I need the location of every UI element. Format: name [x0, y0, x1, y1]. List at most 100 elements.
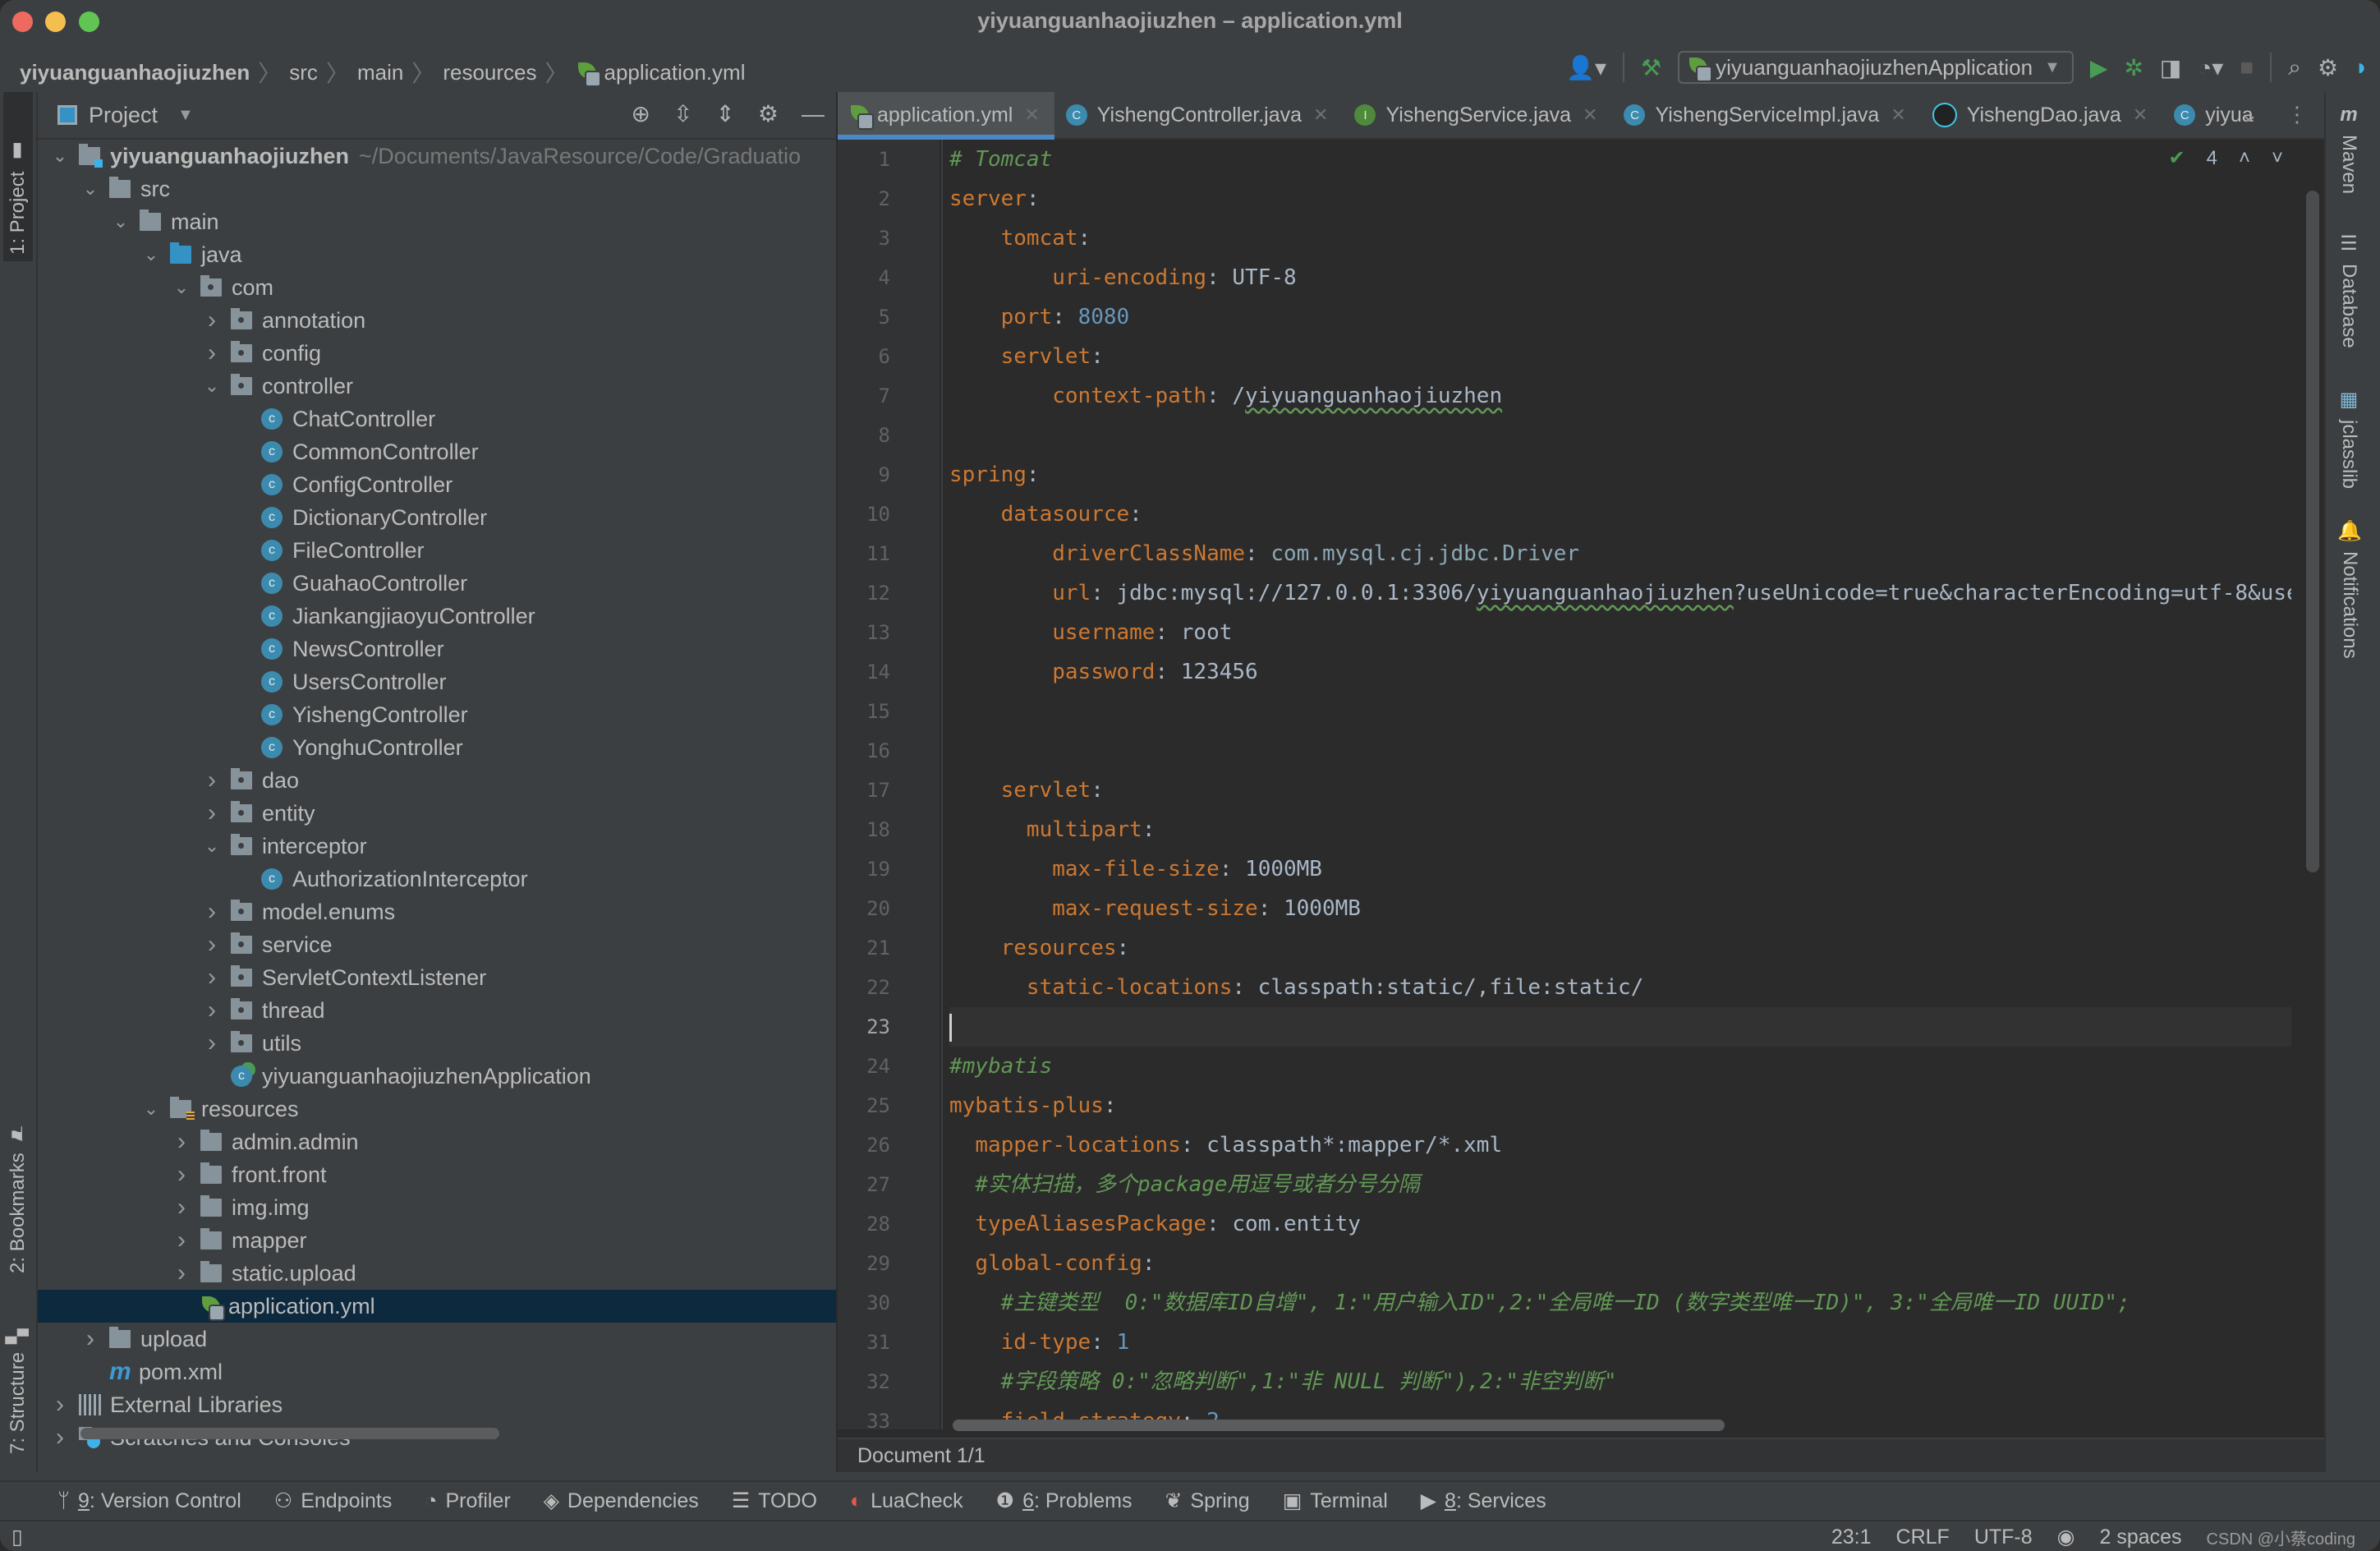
tree-item[interactable]: m pom.xml: [38, 1355, 836, 1388]
tree-item[interactable]: c ConfigController: [38, 468, 836, 501]
breadcrumb-item-project[interactable]: yiyuanguanhaojiuzhen: [20, 60, 250, 85]
code-line[interactable]: servlet:: [949, 771, 2291, 810]
close-tab-icon[interactable]: ✕: [1583, 104, 1597, 126]
tree-item[interactable]: c ChatController: [38, 403, 836, 435]
tree-item[interactable]: › annotation: [38, 304, 836, 337]
chevron-down-icon[interactable]: ⌄: [140, 1098, 162, 1120]
tool-window-button[interactable]: ▶ 8: Services: [1421, 1489, 1546, 1513]
code-line[interactable]: [949, 731, 2291, 771]
chevron-down-icon[interactable]: ⌄: [201, 835, 223, 857]
project-view-selector[interactable]: Project: [89, 103, 158, 128]
chevron-right-icon[interactable]: ›: [171, 1194, 192, 1222]
tree-item[interactable]: ⌄ com: [38, 271, 836, 304]
toggle-tool-windows-icon[interactable]: ▯: [11, 1525, 23, 1549]
stop-icon[interactable]: ■: [2240, 54, 2254, 81]
editor-tab[interactable]: YishengDao.java ✕: [1921, 92, 2163, 138]
code-line[interactable]: max-request-size: 1000MB: [949, 889, 2291, 928]
editor-tab[interactable]: C YishengController.java ✕: [1054, 92, 1344, 138]
close-tab-icon[interactable]: ✕: [1313, 104, 1328, 126]
code-line[interactable]: #mybatis: [949, 1047, 2291, 1086]
breadcrumb-item-src[interactable]: src: [289, 60, 318, 85]
tree-item[interactable]: › thread: [38, 994, 836, 1027]
breadcrumb-item-file[interactable]: application.yml: [604, 60, 746, 85]
tree-item[interactable]: c AuthorizationInterceptor: [38, 863, 836, 895]
tool-window-button[interactable]: ◐ LuaCheck: [850, 1489, 963, 1513]
tool-window-button[interactable]: ▣ Terminal: [1283, 1489, 1388, 1513]
tree-item[interactable]: c GuahaoController: [38, 567, 836, 600]
code-line[interactable]: tomcat:: [949, 219, 2291, 258]
read-only-eye-icon[interactable]: ◉: [2057, 1525, 2075, 1549]
chevron-right-icon[interactable]: ›: [201, 931, 223, 959]
expand-all-icon[interactable]: ⇳: [673, 100, 692, 127]
tool-window-button[interactable]: ☰ TODO: [732, 1489, 817, 1513]
tab-list-chevron-icon[interactable]: ⌄: [2240, 102, 2258, 127]
tree-item[interactable]: ⌄ java: [38, 238, 836, 271]
tree-item[interactable]: ⌄ controller: [38, 370, 836, 403]
tool-window-button[interactable]: ❦ Spring: [1165, 1489, 1249, 1513]
locate-file-icon[interactable]: ⊕: [631, 100, 650, 127]
chevron-right-icon[interactable]: ›: [49, 1391, 71, 1419]
chevron-right-icon[interactable]: ›: [201, 766, 223, 794]
code-line[interactable]: url: jdbc:mysql://127.0.0.1:3306/yiyuang…: [949, 573, 2291, 613]
tree-item[interactable]: › dao: [38, 764, 836, 797]
close-tab-icon[interactable]: ✕: [1891, 104, 1905, 126]
tree-item[interactable]: c YonghuController: [38, 731, 836, 764]
document-status[interactable]: Document 1/1: [857, 1444, 986, 1468]
tree-item[interactable]: › static.upload: [38, 1257, 836, 1290]
tree-item[interactable]: c NewsController: [38, 633, 836, 665]
tree-item[interactable]: › ServletContextListener: [38, 961, 836, 994]
code-line[interactable]: context-path: /yiyuanguanhaojiuzhen: [949, 376, 2291, 416]
close-tab-icon[interactable]: ✕: [2133, 104, 2148, 126]
inspection-widget[interactable]: ✔ 4 ˄ ˅: [2169, 146, 2284, 170]
tool-tab-jclasslib[interactable]: ▦ jclasslib: [2337, 388, 2360, 489]
code-line[interactable]: servlet:: [949, 337, 2291, 376]
editor-vertical-scrollbar[interactable]: [2306, 191, 2319, 872]
indent-setting[interactable]: 2 spaces: [2099, 1526, 2181, 1549]
code-line[interactable]: typeAliasesPackage: com.entity: [949, 1204, 2291, 1244]
debug-bug-icon[interactable]: ✲: [2124, 54, 2143, 81]
tool-tab-bookmarks[interactable]: 2: Bookmarks ⚑: [3, 1086, 33, 1280]
chevron-down-icon[interactable]: ⌄: [80, 178, 101, 200]
tool-tab-project[interactable]: 1: Project ▮: [3, 92, 33, 261]
tree-item[interactable]: c YishengController: [38, 698, 836, 731]
close-tab-icon[interactable]: ✕: [1024, 104, 1039, 126]
code-line[interactable]: resources:: [949, 928, 2291, 968]
tree-item[interactable]: c UsersController: [38, 665, 836, 698]
breadcrumb-item-main[interactable]: main: [357, 60, 403, 85]
tree-item[interactable]: application.yml: [38, 1290, 836, 1323]
chevron-right-icon[interactable]: ›: [80, 1325, 101, 1353]
code-line[interactable]: #主键类型 0:"数据库ID自增", 1:"用户输入ID",2:"全局唯一ID …: [949, 1283, 2291, 1323]
tree-item[interactable]: ⌄ interceptor: [38, 830, 836, 863]
chevron-right-icon[interactable]: ›: [171, 1227, 192, 1254]
tree-item[interactable]: › model.enums: [38, 895, 836, 928]
settings-gear-icon[interactable]: ⚙: [2318, 54, 2338, 81]
toolbox-logo-icon[interactable]: ◗: [2355, 54, 2369, 81]
chevron-down-icon[interactable]: ⌄: [49, 145, 71, 167]
chevron-down-icon[interactable]: ⌄: [171, 277, 192, 298]
chevron-right-icon[interactable]: ›: [171, 1128, 192, 1156]
tree-item[interactable]: › utils: [38, 1027, 836, 1060]
code-line[interactable]: global-config:: [949, 1244, 2291, 1283]
code-line[interactable]: #实体扫描，多个package用逗号或者分号分隔: [949, 1165, 2291, 1204]
code-line[interactable]: username: root: [949, 613, 2291, 652]
caret-position[interactable]: 23:1: [1831, 1526, 1872, 1549]
tree-item[interactable]: › entity: [38, 797, 836, 830]
tree-item[interactable]: c JiankangjiaoyuController: [38, 600, 836, 633]
tree-item[interactable]: c yiyuanguanhaojiuzhenApplication: [38, 1060, 836, 1093]
chevron-right-icon[interactable]: ›: [201, 964, 223, 992]
tool-window-button[interactable]: ⚇ Endpoints: [274, 1489, 393, 1513]
previous-highlight-icon[interactable]: ˄: [2239, 147, 2250, 170]
project-horizontal-scrollbar[interactable]: [80, 1428, 499, 1439]
user-account-icon[interactable]: 👤▾: [1566, 54, 1606, 81]
tool-tab-database[interactable]: ☰ Database: [2337, 232, 2360, 348]
code-line[interactable]: port: 8080: [949, 297, 2291, 337]
code-line[interactable]: [949, 1007, 2291, 1047]
tree-item[interactable]: c CommonController: [38, 435, 836, 468]
code-line[interactable]: password: 123456: [949, 652, 2291, 692]
chevron-down-icon[interactable]: ⌄: [110, 211, 131, 232]
tree-item[interactable]: › mapper: [38, 1224, 836, 1257]
tool-window-button[interactable]: ᛘ 9: Version Control: [57, 1489, 241, 1513]
chevron-down-icon[interactable]: ⌄: [201, 375, 223, 397]
line-separator[interactable]: CRLF: [1896, 1526, 1950, 1549]
code-line[interactable]: # Tomcat: [949, 140, 2291, 179]
